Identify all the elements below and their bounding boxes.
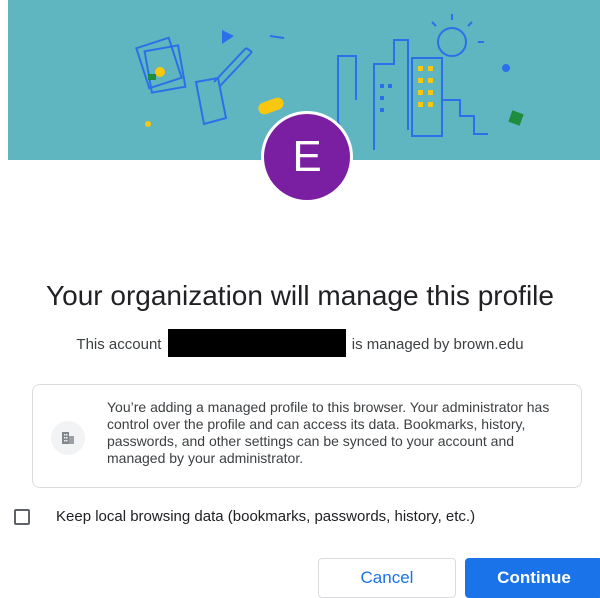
keep-data-label[interactable]: Keep local browsing data (bookmarks, pas… xyxy=(56,508,475,525)
continue-button[interactable]: Continue xyxy=(465,558,600,598)
account-managed-line: This account is managed by brown.edu xyxy=(0,329,600,359)
profile-avatar: E xyxy=(261,111,353,203)
managed-info-card: You’re adding a managed profile to this … xyxy=(32,384,582,488)
keep-data-option[interactable]: Keep local browsing data (bookmarks, pas… xyxy=(14,508,475,525)
managed-info-text: You’re adding a managed profile to this … xyxy=(107,399,550,466)
dialog-title: Your organization will manage this profi… xyxy=(46,280,554,311)
building-icon-graphic xyxy=(62,432,74,444)
keep-data-checkbox[interactable] xyxy=(14,509,30,525)
avatar-initial: E xyxy=(292,132,322,181)
account-prefix: This account xyxy=(76,335,162,353)
redacted-email xyxy=(167,329,346,357)
cancel-button[interactable]: Cancel xyxy=(318,558,456,598)
account-suffix: is managed by brown.edu xyxy=(351,335,524,353)
building-icon xyxy=(51,421,85,455)
